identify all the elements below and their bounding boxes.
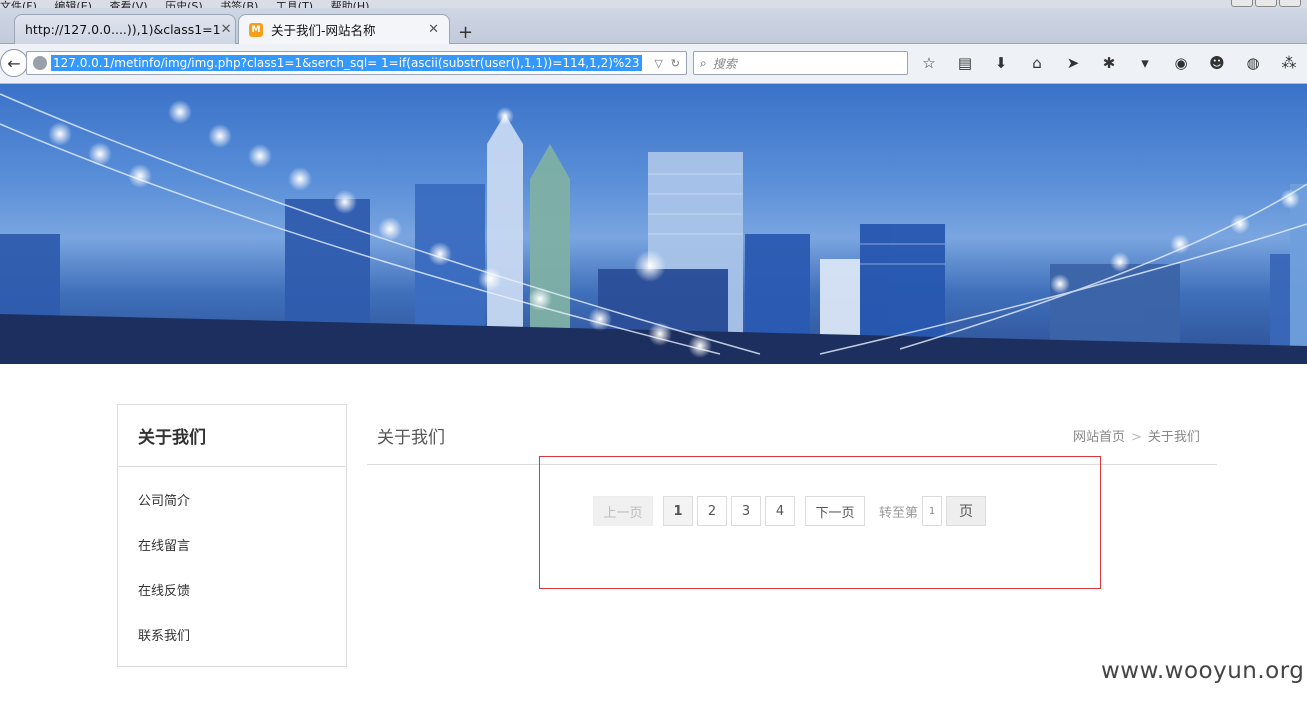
metinfo-favicon-icon: M bbox=[249, 22, 263, 37]
new-tab-button[interactable]: + bbox=[458, 22, 473, 43]
search-placeholder: 搜索 bbox=[712, 56, 737, 71]
profile-icon[interactable]: ◍ bbox=[1242, 54, 1264, 72]
globe-icon bbox=[33, 56, 47, 70]
close-window-button[interactable] bbox=[1279, 0, 1301, 7]
next-page-button[interactable]: 下一页 bbox=[805, 496, 865, 526]
tab-label: http://127.0.0....)),1)&class1=1 bbox=[25, 22, 221, 37]
sidebar-title: 关于我们 bbox=[118, 405, 346, 467]
navigation-bar: ← 127.0.0.1/metinfo/img/img.php?class1=1… bbox=[0, 44, 1307, 84]
back-arrow-icon: ← bbox=[7, 53, 21, 73]
sidebar-item-contact-us[interactable]: 联系我们 bbox=[118, 612, 346, 657]
download-icon[interactable]: ⬇ bbox=[990, 54, 1012, 72]
window-controls bbox=[1231, 0, 1301, 7]
prev-page-button[interactable]: 上一页 bbox=[593, 496, 653, 526]
reload-icon[interactable]: ↻ bbox=[671, 57, 680, 70]
goto-page-input[interactable]: 1 bbox=[922, 496, 943, 526]
page-button-1[interactable]: 1 bbox=[663, 496, 693, 526]
pagination: 上一页 1 2 3 4 下一页 转至第 1 页 bbox=[593, 496, 990, 526]
breadcrumb: 网站首页 > 关于我们 bbox=[1073, 426, 1200, 445]
tab-about-us[interactable]: M 关于我们-网站名称 ✕ bbox=[238, 14, 450, 44]
menu-tools[interactable]: 工具(T) bbox=[276, 0, 313, 8]
close-tab-icon[interactable]: ✕ bbox=[221, 22, 232, 37]
page-button-2[interactable]: 2 bbox=[697, 496, 727, 526]
search-icon: ⌕ bbox=[700, 55, 707, 70]
city-banner-image bbox=[0, 84, 1307, 364]
url-text[interactable]: 127.0.0.1/metinfo/img/img.php?class1=1&s… bbox=[51, 55, 642, 71]
tab-strip: http://127.0.0....)),1)&class1=1 ✕ M 关于我… bbox=[0, 8, 1307, 44]
sidebar-item-online-feedback[interactable]: 在线反馈 bbox=[118, 567, 346, 612]
banner-illustration bbox=[0, 93, 1307, 364]
toolbar-icons: ☆ ▤ ⬇ ⌂ ➤ ✱ ▾ ◉ ☻ ◍ ⁂ ⋮ bbox=[918, 54, 1307, 72]
sidebar-item-company-profile[interactable]: 公司简介 bbox=[118, 477, 346, 522]
breadcrumb-separator-icon: > bbox=[1131, 430, 1142, 445]
menu-file[interactable]: 文件(F) bbox=[0, 0, 37, 8]
minimize-button[interactable] bbox=[1231, 0, 1253, 7]
menu-bookmarks[interactable]: 书签(B) bbox=[220, 0, 258, 8]
home-icon[interactable]: ⌂ bbox=[1026, 54, 1048, 72]
tab-injection-url[interactable]: http://127.0.0....)),1)&class1=1 ✕ bbox=[14, 14, 236, 44]
goto-page-label: 转至第 bbox=[879, 505, 919, 521]
send-icon[interactable]: ➤ bbox=[1062, 54, 1084, 72]
extension-icon[interactable]: ✱ bbox=[1098, 54, 1120, 72]
menu-view[interactable]: 查看(V) bbox=[109, 0, 147, 8]
reading-list-icon[interactable]: ▤ bbox=[954, 54, 976, 72]
tab-label: 关于我们-网站名称 bbox=[271, 23, 376, 38]
breadcrumb-current[interactable]: 关于我们 bbox=[1148, 430, 1200, 445]
translate-icon[interactable]: ⁂ bbox=[1278, 54, 1300, 72]
sidebar-item-online-message[interactable]: 在线留言 bbox=[118, 522, 346, 567]
page-button-3[interactable]: 3 bbox=[731, 496, 761, 526]
smiley-icon[interactable]: ☻ bbox=[1206, 54, 1228, 72]
back-button[interactable]: ← bbox=[0, 49, 28, 77]
menu-chevron-icon[interactable]: ▾ bbox=[1134, 54, 1156, 72]
bookmark-star-icon[interactable]: ☆ bbox=[918, 54, 940, 72]
dropdown-arrow-icon[interactable]: ▽ bbox=[654, 57, 662, 70]
addon-icon[interactable]: ◉ bbox=[1170, 54, 1192, 72]
menu-help[interactable]: 帮助(H) bbox=[331, 0, 370, 8]
menu-edit[interactable]: 编辑(E) bbox=[54, 0, 92, 8]
page-button-4[interactable]: 4 bbox=[765, 496, 795, 526]
page-title: 关于我们 bbox=[377, 428, 445, 448]
search-input[interactable]: ⌕ 搜索 bbox=[693, 51, 908, 75]
url-bar[interactable]: 127.0.0.1/metinfo/img/img.php?class1=1&s… bbox=[26, 51, 687, 75]
menu-history[interactable]: 历史(S) bbox=[165, 0, 203, 8]
maximize-button[interactable] bbox=[1255, 0, 1277, 7]
sidebar: 关于我们 公司简介 在线留言 在线反馈 联系我们 bbox=[117, 404, 347, 667]
goto-page-button[interactable]: 页 bbox=[946, 496, 987, 526]
browser-menubar: 文件(F) 编辑(E) 查看(V) 历史(S) 书签(B) 工具(T) 帮助(H… bbox=[0, 0, 1307, 8]
breadcrumb-home-link[interactable]: 网站首页 bbox=[1073, 430, 1125, 445]
watermark: www.wooyun.org bbox=[1101, 658, 1305, 684]
close-tab-icon[interactable]: ✕ bbox=[428, 22, 439, 37]
